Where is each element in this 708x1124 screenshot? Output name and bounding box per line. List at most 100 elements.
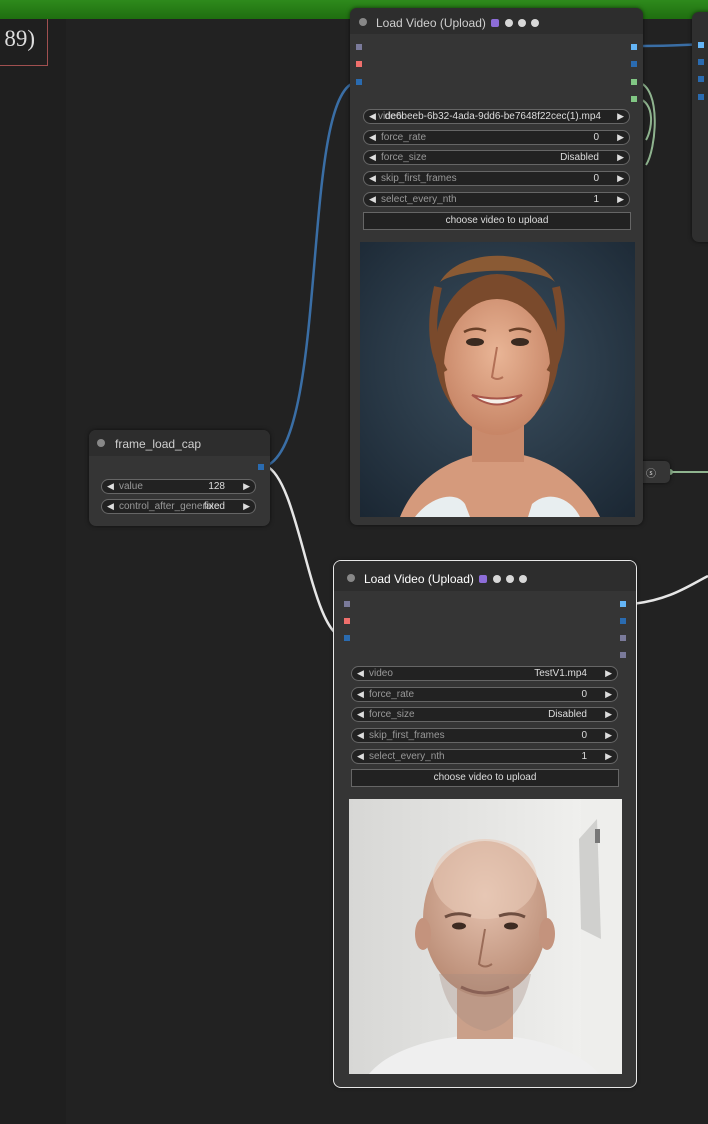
vae-input-port[interactable]: [356, 61, 362, 67]
node-title-text: Load Video (Upload): [364, 572, 474, 586]
partial-node-right[interactable]: [692, 12, 708, 242]
widget-label: force_size: [369, 709, 415, 720]
next-arrow-icon[interactable]: ▶: [617, 152, 624, 163]
value-widget[interactable]: ◀ value 128 ▶: [101, 479, 256, 494]
frame-count-output-port[interactable]: [620, 618, 626, 624]
force-rate-widget[interactable]: ◀ force_rate 0 ▶: [351, 687, 618, 702]
wire-bottom-output: [631, 574, 708, 606]
collapse-dot-icon[interactable]: [359, 18, 367, 26]
frame-count-output-port[interactable]: [631, 61, 637, 67]
decrement-arrow-icon[interactable]: ◀: [357, 730, 364, 741]
select-every-nth-widget[interactable]: ◀ select_every_nth 1 ▶: [363, 192, 630, 207]
choose-video-upload-button[interactable]: choose video to upload: [363, 212, 631, 230]
node-header[interactable]: frame_load_cap: [89, 430, 270, 456]
widget-value: 0: [581, 730, 587, 741]
decrement-arrow-icon[interactable]: ◀: [357, 689, 364, 700]
widget-label: force_rate: [381, 132, 427, 143]
v-badge-icon: [492, 574, 501, 583]
decrement-arrow-icon[interactable]: ◀: [369, 194, 376, 205]
int-input-port[interactable]: [344, 635, 350, 641]
decrement-arrow-icon[interactable]: ◀: [107, 501, 114, 512]
widget-value: TestV1.mp4: [534, 668, 587, 679]
increment-arrow-icon[interactable]: ▶: [605, 730, 612, 741]
force-rate-widget[interactable]: ◀ force_rate 0 ▶: [363, 130, 630, 145]
widget-value: Disabled: [548, 709, 587, 720]
video-preview[interactable]: [360, 242, 635, 517]
increment-arrow-icon[interactable]: ▶: [617, 173, 624, 184]
increment-arrow-icon[interactable]: ▶: [605, 689, 612, 700]
load-video-node-bottom[interactable]: Load Video (Upload) ◀ video TestV1.mp4 ▶…: [333, 560, 637, 1088]
choose-video-upload-button[interactable]: choose video to upload: [351, 769, 619, 787]
input-port[interactable]: [698, 59, 704, 65]
collapse-dot-icon[interactable]: [347, 574, 355, 582]
decrement-arrow-icon[interactable]: ◀: [369, 173, 376, 184]
prev-arrow-icon[interactable]: ◀: [369, 152, 376, 163]
node-title-text: Load Video (Upload): [376, 16, 486, 30]
collapse-dot-icon[interactable]: [97, 439, 105, 447]
widget-label: force_rate: [369, 689, 415, 700]
node-title: frame_load_cap: [115, 437, 202, 451]
woman-portrait-preview-icon: [360, 242, 635, 517]
video-preview[interactable]: [349, 799, 622, 1074]
skip-first-frames-widget[interactable]: ◀ skip_first_frames 0 ▶: [363, 171, 630, 186]
node-header[interactable]: Load Video (Upload): [334, 561, 636, 591]
meta-batch-input-port[interactable]: [344, 601, 350, 607]
man-portrait-preview-icon: [349, 799, 622, 1074]
meta-batch-input-port[interactable]: [356, 44, 362, 50]
skip-first-frames-widget[interactable]: ◀ skip_first_frames 0 ▶: [351, 728, 618, 743]
video-select-widget[interactable]: ◀ video TestV1.mp4 ▶: [351, 666, 618, 681]
audio-output-port[interactable]: [631, 79, 637, 85]
int-output-port[interactable]: [258, 464, 264, 470]
decrement-arrow-icon[interactable]: ◀: [357, 751, 364, 762]
prev-arrow-icon[interactable]: ◀: [357, 709, 364, 720]
node-title: Load Video (Upload): [376, 16, 540, 30]
video-info-output-port[interactable]: [620, 652, 626, 658]
video-select-widget[interactable]: ◀ video de6beeb-6b32-4ada-9dd6-be7648f22…: [363, 109, 630, 124]
node-header[interactable]: Load Video (Upload): [350, 8, 643, 34]
frame-load-cap-node[interactable]: frame_load_cap ◀ value 128 ▶ ◀ control_a…: [89, 430, 270, 526]
widget-value: 0: [593, 173, 599, 184]
input-port[interactable]: [698, 42, 704, 48]
vae-input-port[interactable]: [344, 618, 350, 624]
v-badge-icon: [504, 18, 513, 27]
increment-arrow-icon[interactable]: ▶: [605, 751, 612, 762]
node-title: Load Video (Upload): [364, 572, 528, 586]
increment-arrow-icon[interactable]: ▶: [243, 501, 250, 512]
input-port[interactable]: [698, 76, 704, 82]
select-every-nth-widget[interactable]: ◀ select_every_nth 1 ▶: [351, 749, 618, 764]
image-output-port[interactable]: [631, 44, 637, 50]
increment-arrow-icon[interactable]: ▶: [243, 481, 250, 492]
int-input-port[interactable]: [356, 79, 362, 85]
h-badge-icon: [517, 18, 526, 27]
video-info-output-port[interactable]: [631, 96, 637, 102]
widget-value: Disabled: [560, 152, 599, 163]
next-arrow-icon[interactable]: ▶: [605, 668, 612, 679]
prev-arrow-icon[interactable]: ◀: [357, 668, 364, 679]
prev-arrow-icon[interactable]: ◀: [369, 111, 376, 122]
audio-output-port[interactable]: [620, 635, 626, 641]
widget-value: 1: [581, 751, 587, 762]
h-badge-icon: [505, 574, 514, 583]
force-size-widget[interactable]: ◀ force_size Disabled ▶: [363, 150, 630, 165]
widget-value: fixed: [203, 501, 225, 512]
input-port[interactable]: [698, 94, 704, 100]
widget-label: skip_first_frames: [369, 730, 445, 741]
increment-arrow-icon[interactable]: ▶: [617, 132, 624, 143]
purple-badge-icon: [491, 18, 500, 27]
load-video-node-top[interactable]: Load Video (Upload) ◀ video de6beeb-6b32…: [350, 8, 643, 525]
purple-badge-icon: [479, 574, 488, 583]
decrement-arrow-icon[interactable]: ◀: [369, 132, 376, 143]
widget-label: value: [119, 481, 143, 492]
widget-value: 128: [208, 481, 225, 492]
control-after-generate-widget[interactable]: ◀ control_after_generate fixed ▶: [101, 499, 256, 514]
widget-label: select_every_nth: [369, 751, 445, 762]
widget-label: skip_first_frames: [381, 173, 457, 184]
next-arrow-icon[interactable]: ▶: [605, 709, 612, 720]
next-arrow-icon[interactable]: ▶: [617, 111, 624, 122]
widget-label: video: [369, 668, 393, 679]
force-size-widget[interactable]: ◀ force_size Disabled ▶: [351, 707, 618, 722]
image-output-port[interactable]: [620, 601, 626, 607]
decrement-arrow-icon[interactable]: ◀: [107, 481, 114, 492]
wire-cap-to-top-video: [265, 80, 359, 468]
increment-arrow-icon[interactable]: ▶: [617, 194, 624, 205]
